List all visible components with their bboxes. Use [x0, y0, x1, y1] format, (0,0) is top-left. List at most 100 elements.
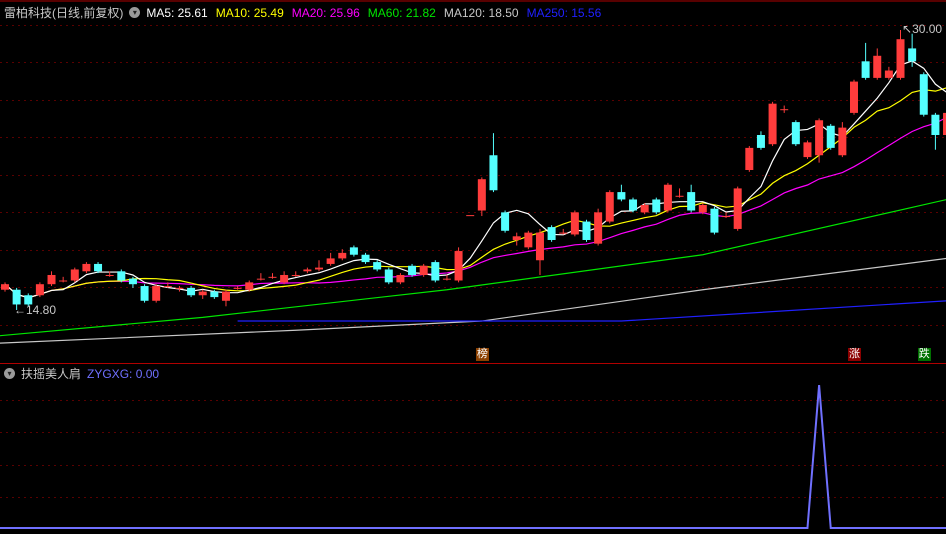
indicator-header: ▾ 扶摇美人肩 ZYGXG: 0.00 [4, 365, 159, 382]
candle-up [733, 188, 742, 229]
candle-up [280, 274, 289, 283]
candle-up [35, 284, 44, 296]
candle-down [687, 192, 696, 211]
candle-up [47, 274, 56, 285]
candle-up [256, 278, 265, 280]
ma5-label: MA5: 25.61 [146, 5, 208, 20]
candle-up [338, 252, 347, 259]
candle-up [245, 282, 254, 290]
candle-up [466, 215, 475, 217]
candle-up [535, 232, 544, 261]
candle-down [931, 114, 940, 135]
candle-up [675, 195, 684, 197]
candle-down [140, 286, 149, 301]
candle-up [221, 291, 230, 301]
ma20-label: MA20: 25.96 [291, 5, 360, 20]
ma-legend: MA5: 25.61 MA10: 25.49 MA20: 25.96 MA60:… [146, 6, 601, 20]
candle-down [652, 199, 661, 213]
candle-down [582, 221, 591, 240]
low-price-value: 14.80 [26, 303, 57, 317]
candle-down [861, 61, 870, 78]
candle-up [163, 286, 172, 288]
candle-up [152, 286, 161, 301]
candle-up [442, 278, 451, 280]
candle-down [501, 212, 510, 231]
candle-up [396, 274, 405, 283]
candle-up [59, 280, 68, 282]
ma60-line [0, 199, 946, 337]
candle-down [210, 291, 219, 298]
signal-marker: 涨 [847, 348, 861, 361]
candle-down [629, 199, 638, 211]
candle-up [640, 204, 649, 213]
candle-up [82, 263, 91, 272]
low-price-label: ←14.80 [14, 303, 57, 317]
indicator-name: 扶摇美人肩 [21, 367, 82, 381]
candle-up [1, 284, 9, 290]
candle-up [326, 258, 335, 264]
chevron-down-icon[interactable]: ▾ [4, 368, 15, 379]
ma10-label: MA10: 25.49 [215, 5, 284, 20]
ma10-line [4, 87, 946, 299]
candle-down [919, 74, 928, 115]
candle-up [896, 39, 905, 78]
candle-down [117, 271, 126, 281]
candle-down [791, 122, 800, 145]
candle-up [291, 274, 300, 276]
candle-up [780, 109, 789, 111]
candle-up [419, 265, 428, 275]
candle-up [698, 204, 707, 213]
high-price-label: ↖30.00 [902, 22, 943, 36]
candle-down [489, 155, 498, 191]
candle-up [524, 232, 533, 248]
high-price-value: 30.00 [912, 22, 943, 36]
candle-up [175, 287, 184, 289]
candle-up [477, 179, 486, 211]
candle-down [710, 208, 719, 233]
candle-up [454, 251, 463, 281]
candle-down [756, 134, 765, 148]
candle-up [849, 81, 858, 113]
stock-title: 雷柏科技(日线,前复权) [4, 6, 124, 20]
candle-down [617, 192, 626, 200]
candle-down [826, 125, 835, 148]
candle-up [594, 212, 603, 244]
candle-down [908, 48, 917, 62]
candle-up [198, 291, 207, 296]
ma120-label: MA120: 18.50 [443, 5, 519, 20]
candle-down [373, 262, 382, 270]
ma250-line [237, 300, 946, 322]
candle-up [884, 70, 893, 78]
candle-up [315, 267, 324, 270]
candle-up [815, 120, 824, 156]
candle-down [128, 278, 137, 285]
candle-up [838, 127, 847, 156]
indicator-value: ZYGXG: 0.00 [87, 366, 160, 381]
candle-down [94, 263, 103, 272]
signal-marker: 榜 [475, 348, 489, 361]
stock-chart[interactable] [0, 0, 946, 534]
candle-down [361, 254, 370, 263]
candle-up [722, 216, 731, 218]
zygxg-line [0, 385, 946, 529]
candle-down [408, 265, 417, 275]
chevron-down-icon[interactable]: ▾ [129, 7, 141, 18]
signal-marker: 跌 [917, 348, 931, 361]
main-chart-header: 雷柏科技(日线,前复权) ▾ MA5: 25.61 MA10: 25.49 MA… [4, 4, 601, 21]
candle-up [268, 276, 277, 278]
candle-down [349, 247, 358, 255]
candle-down [547, 227, 556, 240]
candle-up [768, 103, 777, 145]
candle-up [745, 147, 754, 170]
candle-up [663, 184, 672, 211]
ma60-label: MA60: 21.82 [367, 5, 436, 20]
candle-up [559, 232, 568, 234]
candle-up [105, 274, 114, 276]
candle-up [570, 212, 579, 235]
ma250-label: MA250: 15.56 [526, 5, 602, 20]
candle-up [605, 192, 614, 222]
candle-up [303, 269, 312, 272]
candle-down [187, 287, 196, 296]
candle-up [873, 55, 882, 78]
candle-up [233, 287, 242, 289]
